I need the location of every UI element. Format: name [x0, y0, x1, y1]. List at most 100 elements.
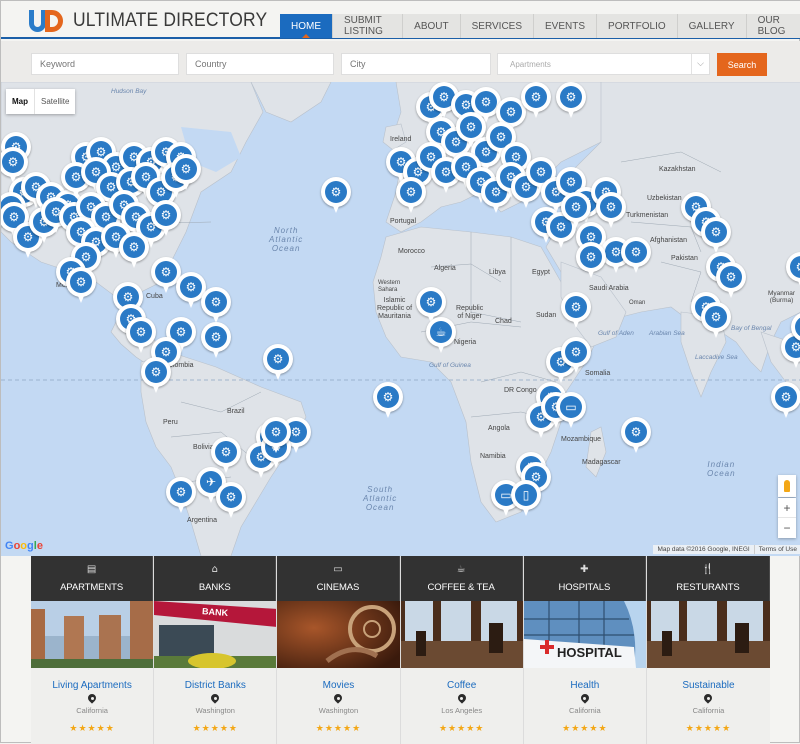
listing-location: California — [569, 706, 601, 715]
gears-icon: ⚙ — [775, 386, 797, 408]
category-tab-hospitals[interactable]: ✚ HOSPITALS — [523, 556, 646, 601]
map-marker[interactable]: ⚙ — [561, 337, 591, 375]
category-image-resturants[interactable] — [646, 601, 770, 668]
zoom-in-button[interactable]: + — [778, 498, 796, 518]
map-marker[interactable]: ⚙ — [261, 417, 291, 455]
category-image-banks[interactable]: BANK — [154, 601, 277, 668]
map-marker[interactable]: ⚙ — [576, 242, 606, 280]
site-header: ULTIMATE DIRECTORY HOME SUBMIT LISTING A… — [1, 1, 800, 39]
rating-stars: ★★★★★ — [562, 724, 608, 734]
map-type-satellite-button[interactable]: Satellite — [35, 89, 75, 114]
map-marker[interactable]: ⚙ — [201, 322, 231, 360]
map-label: Nigeria — [454, 339, 477, 346]
map-marker[interactable]: ⚙ — [141, 357, 171, 395]
map-label: Myanmar (Burma) — [768, 290, 796, 304]
listing-title-link[interactable]: Movies — [277, 680, 399, 691]
map-marker[interactable]: ⚙ — [263, 344, 293, 382]
map-marker[interactable]: ⚙ — [171, 154, 201, 192]
listing-title-link[interactable]: District Banks — [154, 680, 276, 691]
map-marker[interactable]: ⚙ — [716, 262, 746, 300]
terms-of-use-link[interactable]: Terms of Use — [753, 545, 800, 554]
category-tab-coffee-tea[interactable]: ☕ COFFEE & TEA — [400, 556, 523, 601]
category-tab-cinemas[interactable]: ▭ CINEMAS — [277, 556, 400, 601]
nav-services[interactable]: SERVICES — [460, 14, 535, 38]
listing-title-link[interactable]: Health — [524, 680, 646, 691]
category-tab-banks[interactable]: ⌂ BANKS — [154, 556, 277, 601]
category-tab-apartments[interactable]: ▤ APARTMENTS — [31, 556, 154, 601]
category-card-banks: ⌂ BANKS BANK District Banks Washington ★… — [154, 556, 278, 744]
map-marker[interactable]: ⚙ — [166, 477, 196, 515]
gears-icon: ⚙ — [560, 86, 582, 108]
category-image-apartments[interactable] — [31, 601, 154, 668]
map-marker[interactable]: ⚙ — [321, 177, 351, 215]
map-marker[interactable]: ⚙ — [786, 252, 800, 290]
map-marker[interactable]: ▭ — [556, 392, 586, 430]
category-label: CINEMAS — [316, 582, 360, 593]
nav-portfolio[interactable]: PORTFOLIO — [597, 14, 678, 38]
map-label: Angola — [488, 425, 510, 432]
listing-title-link[interactable]: Living Apartments — [31, 680, 153, 691]
category-image-coffee-tea[interactable] — [400, 601, 523, 668]
gears-icon: ⚙ — [565, 196, 587, 218]
map-marker[interactable]: ⚙ — [396, 177, 426, 215]
nav-submit-listing[interactable]: SUBMIT LISTING — [333, 14, 404, 38]
keyword-input[interactable] — [31, 53, 179, 75]
map-label: Indian Ocean — [707, 460, 736, 478]
map[interactable]: Hudson Bay North Atlantic Ocean South At… — [1, 82, 800, 556]
map-attribution: Map data ©2016 Google, INEGI Terms of Us… — [653, 545, 800, 554]
map-type-map-button[interactable]: Map — [6, 89, 35, 114]
map-marker[interactable]: ☕ — [426, 317, 456, 355]
listing-title-link[interactable]: Sustainable — [647, 680, 770, 691]
bank-icon: ⌂ — [211, 564, 218, 575]
map-marker[interactable]: ⚙ — [201, 287, 231, 325]
nav-about[interactable]: ABOUT — [403, 14, 461, 38]
map-marker[interactable]: ⚙ — [521, 82, 551, 120]
map-label: Peru — [163, 419, 178, 426]
search-button[interactable]: Search — [717, 53, 767, 76]
map-label: Ireland — [390, 136, 412, 143]
category-label: BANKS — [198, 582, 231, 593]
map-marker[interactable]: ⚙ — [621, 417, 651, 455]
map-marker[interactable]: ⚙ — [216, 482, 246, 520]
map-marker[interactable]: ⚙ — [151, 200, 181, 238]
category-label: RESTURANTS — [676, 582, 740, 593]
map-marker[interactable]: ⚙ — [66, 267, 96, 305]
listing-location: Los Angeles — [441, 706, 483, 715]
map-marker[interactable]: ⚙ — [373, 382, 403, 420]
category-tab-resturants[interactable]: 🍴 RESTURANTS — [646, 556, 770, 601]
map-marker[interactable]: ⚙ — [556, 82, 586, 120]
listing-title-link[interactable]: Coffee — [401, 680, 523, 691]
nav-gallery[interactable]: GALLERY — [677, 14, 747, 38]
street-view-pegman-icon[interactable] — [778, 475, 796, 497]
map-marker[interactable]: ⚙ — [701, 217, 731, 255]
category-select[interactable]: Apartments ⌵ — [497, 53, 710, 75]
category-image-hospitals[interactable]: HOSPITAL — [523, 601, 646, 668]
category-image-cinemas[interactable] — [277, 601, 400, 668]
map-label: Brazil — [227, 408, 245, 415]
map-label: Namibia — [480, 453, 506, 460]
zoom-out-button[interactable]: − — [778, 518, 796, 538]
map-marker[interactable]: ⚙ — [621, 237, 651, 275]
map-marker[interactable]: ⚙ — [701, 302, 731, 340]
google-logo[interactable]: Google — [5, 540, 43, 552]
gears-icon: ⚙ — [565, 296, 587, 318]
map-data-credit: Map data ©2016 Google, INEGI — [653, 545, 754, 554]
map-marker[interactable]: ⚙ — [596, 192, 626, 230]
gears-icon: ⚙ — [180, 276, 202, 298]
map-label: Morocco — [398, 248, 425, 255]
map-marker[interactable]: ▯ — [511, 480, 541, 518]
nav-home[interactable]: HOME — [280, 14, 333, 38]
nav-our-blog[interactable]: OUR BLOG — [746, 14, 800, 38]
map-marker[interactable]: ⚙ — [771, 382, 800, 420]
map-marker[interactable]: ⚙ — [561, 292, 591, 330]
map-label: Pakistan — [671, 255, 698, 262]
map-marker[interactable]: ⚙ — [119, 232, 149, 270]
map-label: Egypt — [532, 269, 550, 276]
site-logo[interactable]: ULTIMATE DIRECTORY — [29, 7, 284, 35]
map-marker[interactable]: ⚙ — [791, 312, 800, 350]
country-input[interactable] — [186, 53, 334, 75]
chevron-down-icon[interactable]: ⌵ — [691, 54, 709, 74]
map-label: South Atlantic Ocean — [363, 485, 398, 512]
city-input[interactable] — [341, 53, 491, 75]
nav-events[interactable]: EVENTS — [534, 14, 598, 38]
